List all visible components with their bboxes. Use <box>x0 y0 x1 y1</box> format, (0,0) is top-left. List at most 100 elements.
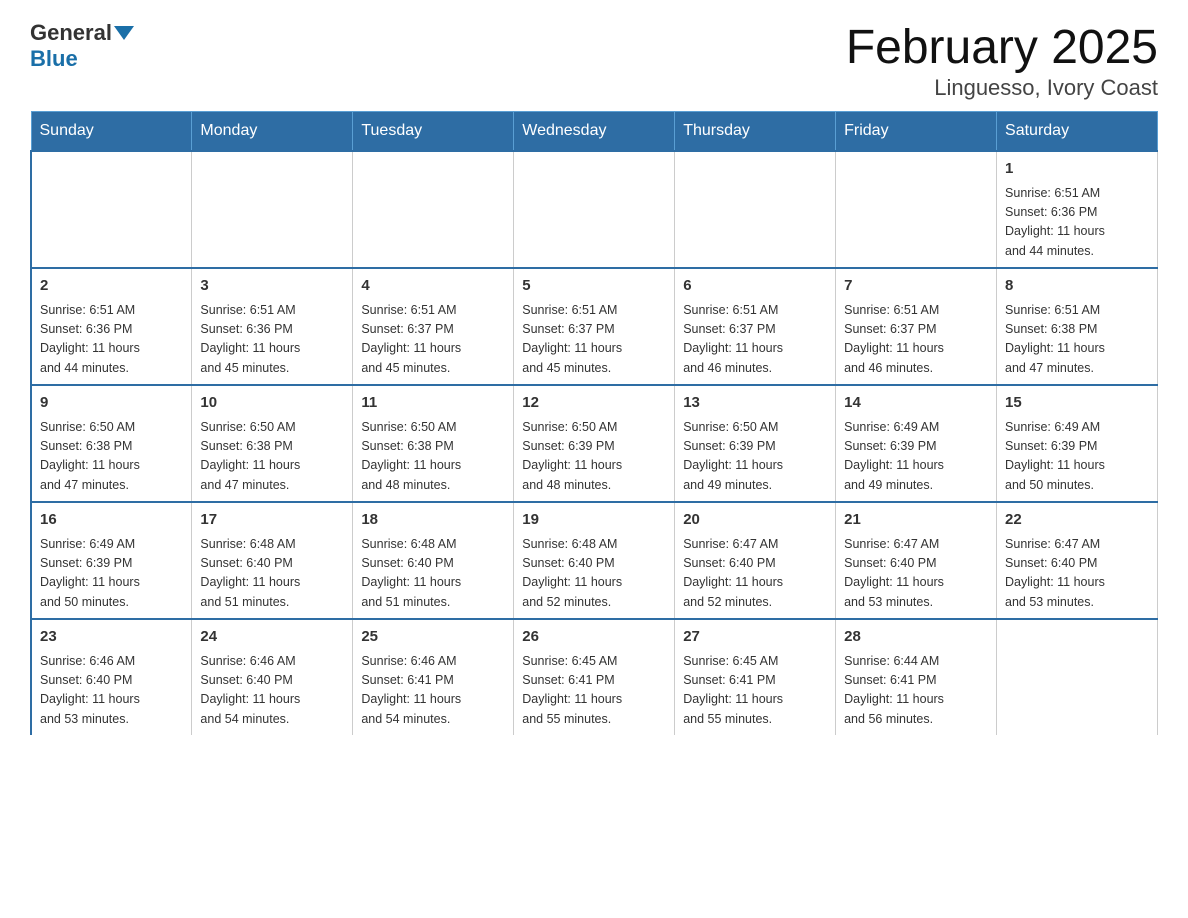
calendar-cell: 8 Sunrise: 6:51 AM Sunset: 6:38 PM Daylig… <box>997 268 1158 385</box>
day-info: Sunrise: 6:51 AM Sunset: 6:36 PM Dayligh… <box>200 301 344 379</box>
weekday-header-monday: Monday <box>192 112 353 152</box>
calendar-cell <box>675 151 836 268</box>
day-number: 21 <box>844 509 988 532</box>
calendar-cell: 26 Sunrise: 6:45 AM Sunset: 6:41 PM Dayli… <box>514 619 675 735</box>
calendar-week-row: 1 Sunrise: 6:51 AM Sunset: 6:36 PM Daylig… <box>31 151 1158 268</box>
day-number: 15 <box>1005 392 1149 415</box>
day-info: Sunrise: 6:49 AM Sunset: 6:39 PM Dayligh… <box>40 535 183 613</box>
day-info: Sunrise: 6:51 AM Sunset: 6:37 PM Dayligh… <box>522 301 666 379</box>
weekday-header-saturday: Saturday <box>997 112 1158 152</box>
day-info: Sunrise: 6:48 AM Sunset: 6:40 PM Dayligh… <box>200 535 344 613</box>
calendar-cell <box>514 151 675 268</box>
weekday-header-friday: Friday <box>836 112 997 152</box>
day-number: 16 <box>40 509 183 532</box>
calendar-week-row: 23Sunrise: 6:46 AM Sunset: 6:40 PM Dayli… <box>31 619 1158 735</box>
calendar-cell: 1 Sunrise: 6:51 AM Sunset: 6:36 PM Daylig… <box>997 151 1158 268</box>
calendar-week-row: 16 Sunrise: 6:49 AM Sunset: 6:39 PM Dayli… <box>31 502 1158 619</box>
day-number: 9 <box>40 392 183 415</box>
calendar-week-row: 9 Sunrise: 6:50 AM Sunset: 6:38 PM Daylig… <box>31 385 1158 502</box>
day-number: 26 <box>522 626 666 649</box>
day-number: 20 <box>683 509 827 532</box>
calendar-cell: 28Sunrise: 6:44 AM Sunset: 6:41 PM Dayli… <box>836 619 997 735</box>
day-info: Sunrise: 6:48 AM Sunset: 6:40 PM Dayligh… <box>361 535 505 613</box>
day-number: 7 <box>844 275 988 298</box>
day-info: Sunrise: 6:51 AM Sunset: 6:37 PM Dayligh… <box>361 301 505 379</box>
day-number: 3 <box>200 275 344 298</box>
calendar-cell: 5Sunrise: 6:51 AM Sunset: 6:37 PM Daylig… <box>514 268 675 385</box>
logo-arrow-icon <box>114 26 134 40</box>
day-info: Sunrise: 6:50 AM Sunset: 6:39 PM Dayligh… <box>683 418 827 496</box>
day-info: Sunrise: 6:45 AM Sunset: 6:41 PM Dayligh… <box>522 652 666 730</box>
calendar-cell <box>836 151 997 268</box>
day-info: Sunrise: 6:47 AM Sunset: 6:40 PM Dayligh… <box>683 535 827 613</box>
day-info: Sunrise: 6:51 AM Sunset: 6:37 PM Dayligh… <box>844 301 988 379</box>
calendar-cell <box>31 151 192 268</box>
day-number: 13 <box>683 392 827 415</box>
day-info: Sunrise: 6:46 AM Sunset: 6:41 PM Dayligh… <box>361 652 505 730</box>
calendar-cell: 17 Sunrise: 6:48 AM Sunset: 6:40 PM Dayli… <box>192 502 353 619</box>
calendar-cell: 19Sunrise: 6:48 AM Sunset: 6:40 PM Dayli… <box>514 502 675 619</box>
calendar-cell: 21Sunrise: 6:47 AM Sunset: 6:40 PM Dayli… <box>836 502 997 619</box>
day-number: 2 <box>40 275 183 298</box>
day-info: Sunrise: 6:47 AM Sunset: 6:40 PM Dayligh… <box>1005 535 1149 613</box>
day-number: 17 <box>200 509 344 532</box>
day-info: Sunrise: 6:50 AM Sunset: 6:38 PM Dayligh… <box>361 418 505 496</box>
day-info: Sunrise: 6:51 AM Sunset: 6:36 PM Dayligh… <box>40 301 183 379</box>
calendar-cell: 22 Sunrise: 6:47 AM Sunset: 6:40 PM Dayli… <box>997 502 1158 619</box>
calendar-cell: 24Sunrise: 6:46 AM Sunset: 6:40 PM Dayli… <box>192 619 353 735</box>
day-number: 19 <box>522 509 666 532</box>
calendar-cell <box>353 151 514 268</box>
weekday-header-tuesday: Tuesday <box>353 112 514 152</box>
day-number: 11 <box>361 392 505 415</box>
calendar-cell <box>192 151 353 268</box>
day-number: 14 <box>844 392 988 415</box>
calendar-cell: 7 Sunrise: 6:51 AM Sunset: 6:37 PM Daylig… <box>836 268 997 385</box>
calendar-cell: 3 Sunrise: 6:51 AM Sunset: 6:36 PM Daylig… <box>192 268 353 385</box>
calendar-cell: 6 Sunrise: 6:51 AM Sunset: 6:37 PM Daylig… <box>675 268 836 385</box>
calendar-cell: 15Sunrise: 6:49 AM Sunset: 6:39 PM Dayli… <box>997 385 1158 502</box>
title-section: February 2025 Linguesso, Ivory Coast <box>846 20 1158 101</box>
day-number: 8 <box>1005 275 1149 298</box>
day-info: Sunrise: 6:50 AM Sunset: 6:39 PM Dayligh… <box>522 418 666 496</box>
calendar-cell: 4 Sunrise: 6:51 AM Sunset: 6:37 PM Daylig… <box>353 268 514 385</box>
day-info: Sunrise: 6:51 AM Sunset: 6:36 PM Dayligh… <box>1005 184 1149 262</box>
day-number: 6 <box>683 275 827 298</box>
calendar-cell: 25 Sunrise: 6:46 AM Sunset: 6:41 PM Dayli… <box>353 619 514 735</box>
day-number: 22 <box>1005 509 1149 532</box>
calendar-header: SundayMondayTuesdayWednesdayThursdayFrid… <box>31 112 1158 152</box>
day-info: Sunrise: 6:46 AM Sunset: 6:40 PM Dayligh… <box>40 652 183 730</box>
calendar-cell: 12 Sunrise: 6:50 AM Sunset: 6:39 PM Dayli… <box>514 385 675 502</box>
day-info: Sunrise: 6:51 AM Sunset: 6:38 PM Dayligh… <box>1005 301 1149 379</box>
day-number: 18 <box>361 509 505 532</box>
day-number: 27 <box>683 626 827 649</box>
page-header: General Blue February 2025 Linguesso, Iv… <box>30 20 1158 101</box>
day-info: Sunrise: 6:46 AM Sunset: 6:40 PM Dayligh… <box>200 652 344 730</box>
calendar-table: SundayMondayTuesdayWednesdayThursdayFrid… <box>30 111 1158 735</box>
calendar-cell: 14 Sunrise: 6:49 AM Sunset: 6:39 PM Dayli… <box>836 385 997 502</box>
weekday-header-row: SundayMondayTuesdayWednesdayThursdayFrid… <box>31 112 1158 152</box>
calendar-body: 1 Sunrise: 6:51 AM Sunset: 6:36 PM Daylig… <box>31 151 1158 735</box>
day-info: Sunrise: 6:51 AM Sunset: 6:37 PM Dayligh… <box>683 301 827 379</box>
calendar-cell: 18 Sunrise: 6:48 AM Sunset: 6:40 PM Dayli… <box>353 502 514 619</box>
month-title: February 2025 <box>846 20 1158 75</box>
calendar-cell: 27Sunrise: 6:45 AM Sunset: 6:41 PM Dayli… <box>675 619 836 735</box>
calendar-cell: 16 Sunrise: 6:49 AM Sunset: 6:39 PM Dayli… <box>31 502 192 619</box>
calendar-cell: 10Sunrise: 6:50 AM Sunset: 6:38 PM Dayli… <box>192 385 353 502</box>
day-number: 28 <box>844 626 988 649</box>
weekday-header-sunday: Sunday <box>31 112 192 152</box>
day-number: 4 <box>361 275 505 298</box>
day-info: Sunrise: 6:49 AM Sunset: 6:39 PM Dayligh… <box>844 418 988 496</box>
day-number: 10 <box>200 392 344 415</box>
logo-general-text: General <box>30 20 112 46</box>
calendar-cell <box>997 619 1158 735</box>
weekday-header-thursday: Thursday <box>675 112 836 152</box>
calendar-cell: 11 Sunrise: 6:50 AM Sunset: 6:38 PM Dayli… <box>353 385 514 502</box>
day-number: 25 <box>361 626 505 649</box>
logo-blue-text: Blue <box>30 46 78 72</box>
day-number: 1 <box>1005 158 1149 181</box>
day-number: 12 <box>522 392 666 415</box>
calendar-week-row: 2 Sunrise: 6:51 AM Sunset: 6:36 PM Daylig… <box>31 268 1158 385</box>
calendar-cell: 13 Sunrise: 6:50 AM Sunset: 6:39 PM Dayli… <box>675 385 836 502</box>
calendar-cell: 2 Sunrise: 6:51 AM Sunset: 6:36 PM Daylig… <box>31 268 192 385</box>
weekday-header-wednesday: Wednesday <box>514 112 675 152</box>
